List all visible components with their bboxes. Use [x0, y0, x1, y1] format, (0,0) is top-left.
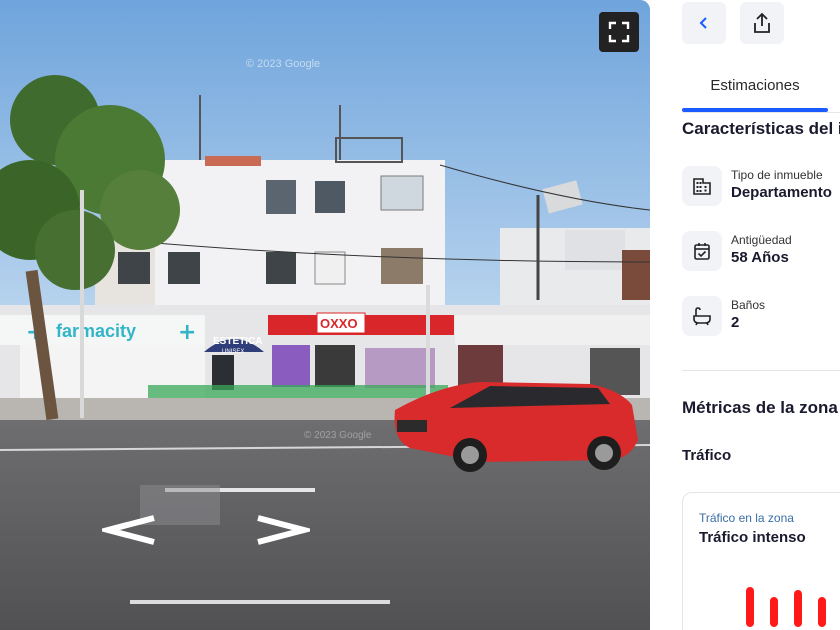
street-view-image: farmacity + + ESTETICA UNISEX OXXO	[0, 0, 650, 630]
feature-property-type: Tipo de inmueble Departamento	[682, 166, 840, 208]
street-view-panel[interactable]: farmacity + + ESTETICA UNISEX OXXO	[0, 0, 650, 630]
salon-sign: ESTETICA	[213, 336, 262, 347]
feature-label: Baños	[731, 298, 766, 312]
traffic-bar	[746, 587, 754, 627]
fullscreen-icon	[608, 21, 630, 43]
share-button[interactable]	[740, 2, 784, 44]
app-page: farmacity + + ESTETICA UNISEX OXXO	[0, 0, 840, 630]
feature-age: Antigüedad 58 Años	[682, 231, 840, 273]
characteristics-title: Características del inmueble	[682, 119, 840, 138]
traffic-title: Tráfico	[682, 447, 732, 464]
traffic-bar	[818, 597, 826, 627]
feature-label: Tipo de inmueble	[731, 168, 823, 182]
oxxo-sign: OXXO	[320, 316, 358, 331]
road-watermark: © 2023 Google	[304, 430, 372, 441]
feature-value: 58 Años	[731, 249, 789, 266]
salon-sub-sign: UNISEX	[222, 349, 244, 355]
feature-value: Departamento	[731, 184, 832, 201]
property-details-panel: Estimaciones Características del inmuebl…	[650, 0, 840, 630]
svg-text:+: +	[178, 320, 196, 345]
building-icon	[682, 166, 722, 206]
feature-value: 2	[731, 314, 740, 331]
chevron-left-icon	[699, 17, 707, 29]
feature-bathrooms: Baños 2	[682, 296, 840, 338]
metrics-title: Métricas de la zona	[682, 398, 838, 417]
fullscreen-button[interactable]	[599, 12, 639, 52]
feature-label: Antigüedad	[731, 233, 792, 247]
traffic-bar	[770, 597, 778, 627]
back-button[interactable]	[682, 2, 726, 44]
chevron-left-icon	[96, 515, 155, 545]
traffic-bar	[794, 590, 802, 627]
bathtub-icon	[682, 296, 722, 336]
calendar-check-icon	[682, 231, 722, 271]
section-divider	[682, 370, 840, 371]
pharmacy-sign: farmacity	[56, 321, 136, 341]
tab-bar-divider	[682, 112, 840, 113]
street-view-next-button[interactable]	[254, 512, 316, 548]
street-view-watermark: © 2023 Google	[246, 58, 321, 70]
traffic-card: Tráfico en la zona Tráfico intenso	[682, 492, 840, 630]
chevron-right-icon	[257, 515, 316, 545]
share-icon	[754, 12, 770, 33]
traffic-bars-graphic	[746, 587, 826, 627]
active-tab-indicator	[682, 108, 828, 112]
street-view-prev-button[interactable]	[96, 512, 158, 548]
